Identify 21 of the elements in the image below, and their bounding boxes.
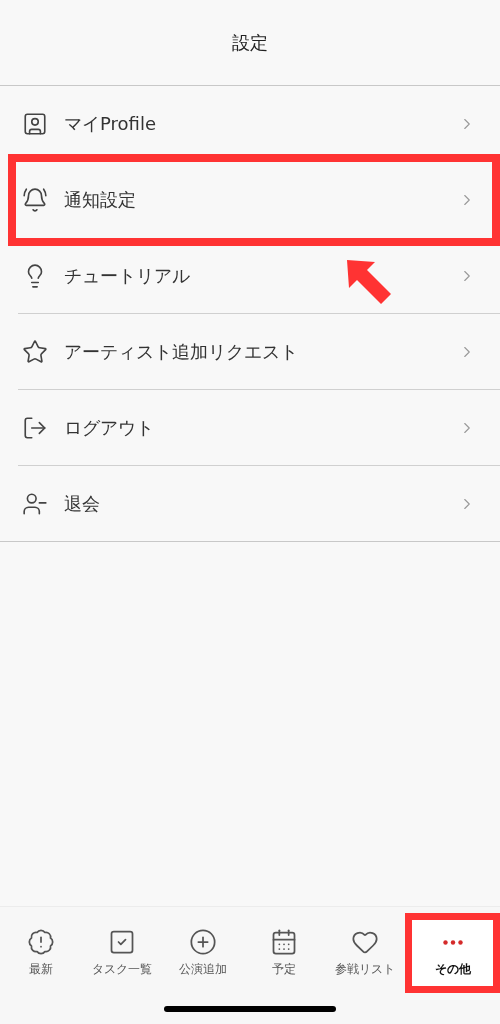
settings-row[interactable]: 退会 xyxy=(0,466,500,541)
screen-title: 設定 xyxy=(232,31,268,55)
tab-button[interactable]: 参戦リスト xyxy=(324,913,405,993)
settings-row[interactable]: アーティスト追加リクエスト xyxy=(0,314,500,389)
user-minus-icon xyxy=(22,490,48,517)
settings-row[interactable]: ログアウト xyxy=(0,390,500,465)
alert-badge-icon xyxy=(26,928,55,956)
plus-circle-icon xyxy=(188,928,217,956)
settings-row[interactable]: マイProfile xyxy=(0,86,500,161)
tab-button[interactable]: タスク一覧 xyxy=(81,913,162,993)
bell-icon xyxy=(22,186,48,213)
settings-row[interactable]: 通知設定 xyxy=(0,162,500,237)
logout-icon xyxy=(22,414,48,441)
tab-button[interactable]: その他 xyxy=(405,913,500,993)
tab-button[interactable]: 最新 xyxy=(0,913,81,993)
tab-button[interactable]: 予定 xyxy=(243,913,324,993)
profile-icon xyxy=(22,110,48,137)
tab-button[interactable]: 公演追加 xyxy=(162,913,243,993)
settings-row[interactable]: チュートリアル xyxy=(0,238,500,313)
more-icon xyxy=(442,939,463,945)
star-icon xyxy=(22,338,48,365)
